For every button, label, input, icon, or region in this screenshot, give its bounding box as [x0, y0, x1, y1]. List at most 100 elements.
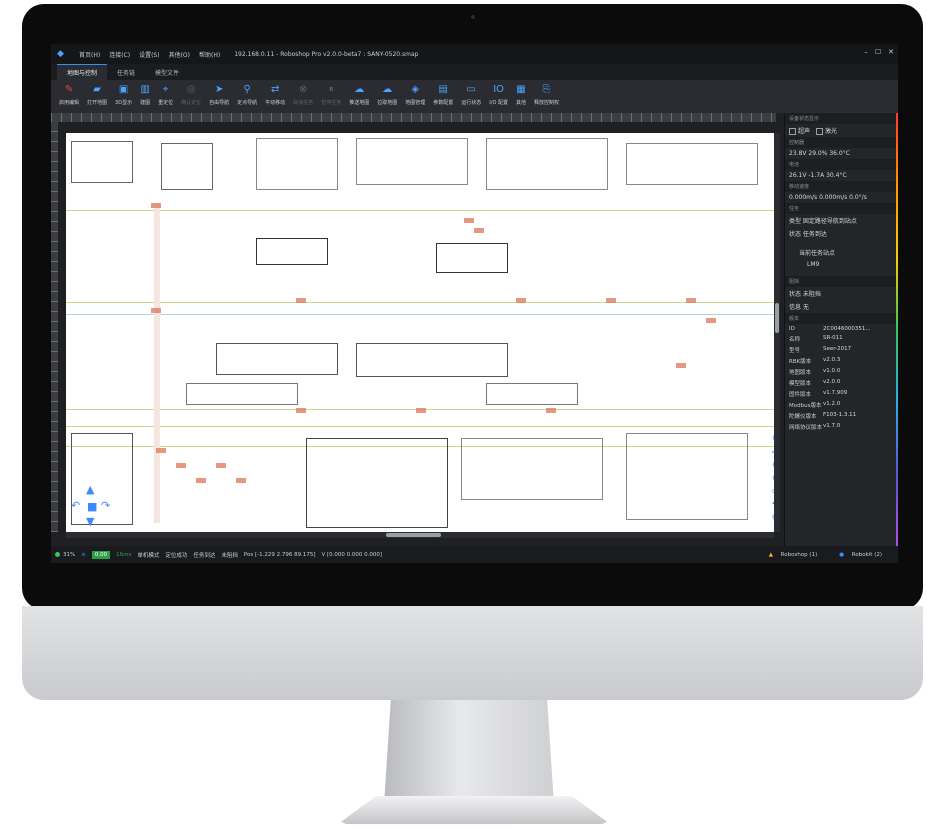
station-marker[interactable] — [196, 478, 206, 483]
app-logo-icon: ◆ — [57, 49, 64, 59]
route-line — [66, 302, 774, 303]
controller-header: 控制器 — [785, 137, 898, 148]
folder-icon: ▰ — [93, 84, 101, 95]
scroll-thumb[interactable] — [386, 533, 441, 537]
horizontal-ruler — [51, 113, 776, 122]
status-bar: 31% ≋ 0.00 16ms 单机模式 定位成功 任务到达 未阻挡 Pos [… — [51, 546, 898, 563]
connection-dot-icon — [55, 552, 60, 557]
menu-other[interactable]: 其他(O) — [169, 50, 190, 59]
task-status: 任务到达 — [193, 552, 216, 559]
laser-checkbox[interactable] — [815, 128, 823, 135]
robokit-indicator[interactable]: ● Robokit (2) — [839, 552, 888, 558]
minimize-icon[interactable]: – — [864, 48, 868, 56]
pull-map-button[interactable]: ☁ 拉取地图 — [377, 80, 397, 106]
map-build-icon: ▥ — [140, 84, 150, 95]
station-marker[interactable] — [464, 218, 474, 223]
station-marker[interactable] — [151, 203, 161, 208]
station-marker[interactable] — [151, 308, 161, 313]
obstacle — [71, 141, 133, 183]
cancel-task-button[interactable]: ⊗ 取消任务 — [293, 80, 313, 106]
layers-icon: ◈ — [411, 84, 420, 95]
close-icon[interactable]: ✕ — [888, 48, 894, 56]
station-marker[interactable] — [686, 298, 696, 303]
station-marker[interactable] — [216, 463, 226, 468]
route-line — [66, 210, 774, 211]
io-config-button[interactable]: IO I/O 配置 — [489, 80, 508, 106]
menu-settings[interactable]: 设置(S) — [139, 50, 160, 59]
rotate-right-icon[interactable]: ↷ — [101, 499, 110, 512]
monitor-stand — [384, 700, 554, 805]
translate-move-button[interactable]: ⇄ 平动移动 — [265, 80, 285, 106]
obstacle — [186, 383, 298, 405]
3d-view-button[interactable]: ▣ 3D显示 — [115, 80, 132, 106]
push-map-button[interactable]: ☁ 推送地图 — [349, 80, 369, 106]
other-button[interactable]: ▦ 其他 — [516, 80, 526, 106]
version-row: 陀螺仪版本 F103-1.3.11 — [789, 411, 857, 420]
app-indicators: ▲ Roboshop (1) ● Robokit (2) — [769, 552, 894, 558]
map-canvas[interactable]: ▲ ↶ ■ ↷ ▼ ⊙ ⤢ ⊕ ⊖ ▭ ✥ ◉ — [66, 133, 774, 532]
color-scale-bar — [896, 113, 898, 546]
station-marker[interactable] — [676, 363, 686, 368]
station-marker[interactable] — [474, 228, 484, 233]
task-state: 状态 任务到达 — [789, 231, 827, 238]
horizontal-scrollbar[interactable] — [66, 532, 774, 538]
station-marker[interactable] — [416, 408, 426, 413]
relocate-button[interactable]: ⌖ 重定位 — [158, 80, 173, 106]
map-build-button[interactable]: ▥ 建图 — [140, 80, 150, 106]
block-state: 状态 未阻挡 — [789, 291, 821, 298]
move-up-icon[interactable]: ▲ — [86, 483, 94, 496]
warning-icon: ▲ — [768, 551, 773, 558]
task-type: 类型 固定路径导航到站点 — [789, 218, 857, 225]
station-marker[interactable] — [706, 318, 716, 323]
station-marker[interactable] — [176, 463, 186, 468]
menu-help[interactable]: 帮助(H) — [199, 50, 220, 59]
monitor-base — [338, 796, 610, 824]
station-marker[interactable] — [296, 298, 306, 303]
tab-map-control[interactable]: 地图与控制 — [57, 64, 108, 80]
stop-icon[interactable]: ■ — [87, 500, 97, 513]
battery-value: 26.1V -1.7A 30.4°C — [789, 172, 847, 179]
confirm-icon: ◎ — [186, 84, 196, 95]
move-down-icon[interactable]: ▼ — [86, 515, 94, 528]
task-header: 任务 — [785, 203, 898, 214]
rotate-left-icon[interactable]: ↶ — [71, 499, 80, 512]
roboshop-indicator[interactable]: ▲ Roboshop (1) — [769, 552, 824, 558]
station-marker[interactable] — [236, 478, 246, 483]
station-marker[interactable] — [296, 408, 306, 413]
pause-task-button[interactable]: ⏸ 暂停任务 — [321, 80, 341, 106]
mode-status: 单机模式 — [137, 552, 160, 559]
map-management-button[interactable]: ◈ 地图管理 — [405, 80, 425, 106]
open-map-button[interactable]: ▰ 打开地图 — [87, 80, 107, 106]
version-row: ID 2C0046000351... — [789, 325, 871, 332]
free-navigation-button[interactable]: ➤ 自由导航 — [209, 80, 229, 106]
tab-model-file[interactable]: 模型文件 — [145, 65, 189, 80]
station-marker[interactable] — [546, 408, 556, 413]
download-icon: ☁ — [382, 84, 393, 95]
release-control-button[interactable]: ⎘ 释放控制权 — [534, 80, 559, 106]
station-marker[interactable] — [516, 298, 526, 303]
run-status-button[interactable]: ▭ 运行状态 — [461, 80, 481, 106]
status-panel: 设备状态显示 超声 激光 控制器 23.8V 29.0% 36.0°C 电池 2… — [784, 113, 898, 546]
grid-icon: ▦ — [516, 84, 526, 95]
block-status: 未阻挡 — [221, 552, 238, 559]
camera-dot — [471, 15, 475, 19]
param-config-button[interactable]: ▤ 参数配置 — [433, 80, 453, 106]
block-info: 信息 无 — [789, 304, 809, 311]
station-marker[interactable] — [156, 448, 166, 453]
version-row: 固件版本 v1.7.909 — [789, 389, 848, 398]
tab-task-chain[interactable]: 任务链 — [107, 65, 145, 80]
menu-home[interactable]: 首页(H) — [79, 50, 100, 59]
confirm-location-button[interactable]: ◎ 确认定位 — [181, 80, 201, 106]
station-marker[interactable] — [606, 298, 616, 303]
route-line — [66, 426, 774, 427]
vertical-scrollbar[interactable] — [774, 133, 780, 532]
point-navigation-button[interactable]: ⚲ 定点导航 — [237, 80, 257, 106]
scroll-thumb[interactable] — [775, 303, 779, 333]
menu-connect[interactable]: 连接(C) — [109, 50, 130, 59]
version-row: 名称 SR-011 — [789, 334, 843, 343]
enable-edit-button[interactable]: ✎ 启用编辑 — [59, 80, 79, 106]
maximize-icon[interactable]: ☐ — [875, 48, 881, 56]
obstacle — [461, 438, 603, 500]
target-value: LM9 — [807, 261, 820, 268]
ultrasonic-checkbox[interactable] — [789, 128, 796, 135]
